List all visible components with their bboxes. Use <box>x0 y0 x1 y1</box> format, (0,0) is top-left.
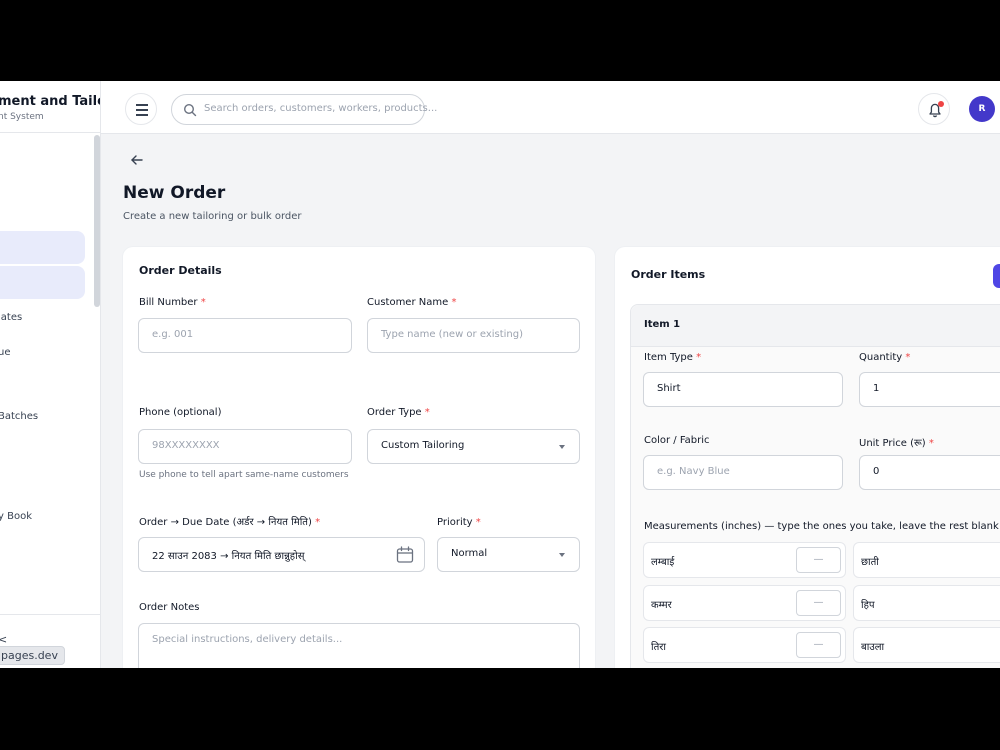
order-notes-textarea[interactable]: Special instructions, delivery details..… <box>138 623 580 668</box>
avatar[interactable]: R <box>969 96 995 122</box>
sidebar-scrollbar[interactable] <box>94 135 100 307</box>
measurement-row: बाउला <box>853 627 1000 663</box>
order-items-card: Order Items Item 1 Item Type * Shirt Qua… <box>615 247 1000 668</box>
calendar-icon[interactable] <box>396 546 414 564</box>
sidebar-item-active[interactable] <box>0 231 85 264</box>
notification-dot <box>938 101 944 107</box>
brand-title: ment and Tailo <box>0 94 101 109</box>
measurement-input[interactable]: — <box>796 590 841 616</box>
item-header: Item 1 <box>631 305 1000 347</box>
sidebar-item-new-order[interactable] <box>0 266 85 299</box>
sidebar-item-batches[interactable]: Batches <box>0 411 38 422</box>
measurement-row: लम्बाई — <box>643 542 846 578</box>
menu-button[interactable] <box>125 93 157 125</box>
measurement-row: छाती <box>853 542 1000 578</box>
item-card: Item 1 Item Type * Shirt Quantity * 1 Co… <box>630 304 1000 668</box>
item-title: Item 1 <box>644 319 681 330</box>
add-item-button[interactable] <box>993 264 1000 288</box>
chevron-down-icon <box>559 445 565 449</box>
quantity-label: Quantity * <box>859 352 911 363</box>
page-subtitle: Create a new tailoring or bulk order <box>123 211 302 222</box>
order-details-title: Order Details <box>139 264 222 277</box>
sidebar-item-queue[interactable]: ue <box>0 347 11 358</box>
phone-label: Phone (optional) <box>139 407 222 418</box>
hamburger-icon <box>136 104 148 106</box>
search-icon <box>183 103 197 117</box>
measurement-row: हिप <box>853 585 1000 621</box>
bell-icon <box>929 103 941 118</box>
measurement-input[interactable]: — <box>796 632 841 658</box>
due-date-label: Order → Due Date (अर्डर → नियत मिति) * <box>139 517 321 528</box>
quantity-input[interactable]: 1 <box>859 372 1000 407</box>
back-arrow-icon[interactable] <box>130 153 144 167</box>
page-title: New Order <box>123 183 226 203</box>
collapse-icon[interactable]: < <box>0 633 7 646</box>
phone-hint: Use phone to tell apart same-name custom… <box>139 470 349 480</box>
sidebar: ment and Tailo nt System lates ue Batche… <box>0 81 101 668</box>
unit-price-label: Unit Price (रू) * <box>859 438 934 449</box>
sidebar-item-templates[interactable]: lates <box>0 312 22 323</box>
measurement-input[interactable]: — <box>796 547 841 573</box>
brand: ment and Tailo nt System <box>0 81 101 133</box>
color-fabric-label: Color / Fabric <box>644 435 710 446</box>
customer-name-label: Customer Name * <box>367 297 457 308</box>
phone-input[interactable]: 98XXXXXXXX <box>138 429 352 464</box>
sidebar-footer-divider <box>0 614 100 615</box>
bill-number-input[interactable]: e.g. 001 <box>138 318 352 353</box>
sidebar-item-day-book[interactable]: y Book <box>0 511 32 522</box>
brand-subtitle: nt System <box>0 112 44 122</box>
topbar: Search orders, customers, workers, produ… <box>101 81 1000 134</box>
status-url: pages.dev <box>0 646 65 665</box>
order-details-card: Order Details Bill Number * e.g. 001 Cus… <box>123 247 595 668</box>
item-type-input[interactable]: Shirt <box>643 372 843 407</box>
priority-select[interactable]: Normal <box>437 537 580 572</box>
item-type-label: Item Type * <box>644 352 702 363</box>
chevron-down-icon <box>559 553 565 557</box>
measurements-label: Measurements (inches) — type the ones yo… <box>644 521 999 532</box>
order-type-label: Order Type * <box>367 407 430 418</box>
notifications-button[interactable] <box>918 93 950 125</box>
order-items-title: Order Items <box>631 268 706 281</box>
measurement-row: तिरा — <box>643 627 846 663</box>
order-notes-label: Order Notes <box>139 602 200 613</box>
app-window: ment and Tailo nt System lates ue Batche… <box>0 81 1000 668</box>
priority-label: Priority * <box>437 517 481 528</box>
unit-price-input[interactable]: 0 <box>859 455 1000 490</box>
due-date-input[interactable]: 22 साउन 2083 → नियत मिति छान्नुहोस् <box>138 537 425 572</box>
search-input[interactable]: Search orders, customers, workers, produ… <box>171 94 437 125</box>
bill-number-label: Bill Number * <box>139 297 206 308</box>
order-type-select[interactable]: Custom Tailoring <box>367 429 580 464</box>
customer-name-input[interactable]: Type name (new or existing) <box>367 318 580 353</box>
measurement-row: कम्मर — <box>643 585 846 621</box>
color-fabric-input[interactable]: e.g. Navy Blue <box>643 455 843 490</box>
search-placeholder: Search orders, customers, workers, produ… <box>204 103 438 114</box>
